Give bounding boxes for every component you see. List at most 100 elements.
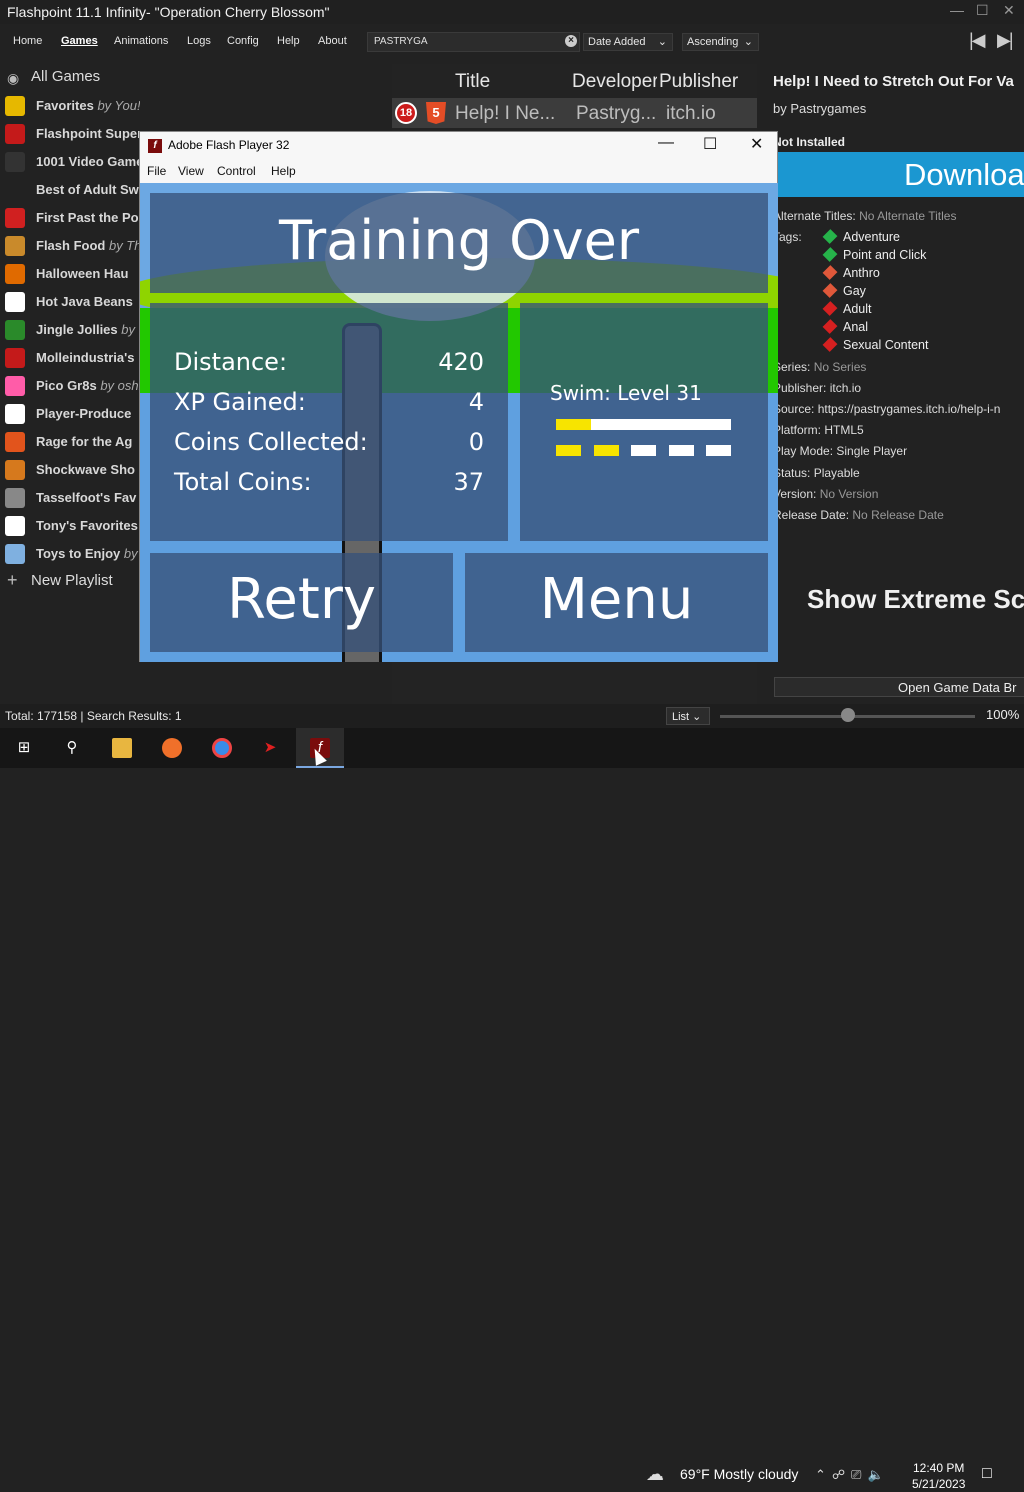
sort-field-select[interactable]: Date Added ⌄ [583, 33, 673, 51]
playlist-name: Halloween Hau [36, 266, 128, 281]
sidebar-playlist-item[interactable]: 1001 Video Games [0, 148, 140, 176]
sidebar-playlist-item[interactable]: Hot Java Beans [0, 288, 140, 316]
source-value[interactable]: https://pastrygames.itch.io/help-i-n [818, 402, 1001, 416]
flashpoint-taskbar-button[interactable]: ➤ [246, 728, 294, 768]
flash-menu-help[interactable]: Help [271, 164, 296, 178]
search-taskbar-button[interactable]: ⚲ [48, 728, 96, 768]
series-row: Series: No Series [773, 360, 866, 374]
firefox-button[interactable] [148, 728, 196, 768]
star-icon [5, 96, 25, 116]
tag-item[interactable]: Adult [822, 301, 872, 318]
version-value: No Version [819, 487, 879, 501]
sidebar-playlist-item[interactable]: Flash Food by Th [0, 232, 140, 260]
menu-button[interactable]: Menu [465, 553, 768, 652]
clock-time: 12:40 PM [913, 1461, 965, 1475]
retry-button[interactable]: Retry [150, 553, 453, 652]
release-date-value: No Release Date [852, 508, 944, 522]
skip-back-icon[interactable]: |◀ [969, 30, 985, 51]
open-game-data-button[interactable]: Open Game Data Br [774, 677, 1024, 697]
age-rating-badge: 18 [395, 102, 417, 124]
sidebar-playlist-item[interactable]: Jingle Jollies by [0, 316, 140, 344]
sidebar-playlist-item[interactable]: Halloween Hau [0, 260, 140, 288]
chrome-button[interactable] [198, 728, 246, 768]
sidebar-playlist-item[interactable]: First Past the Po [0, 204, 140, 232]
blocks-icon [5, 544, 25, 564]
tag-icon [822, 301, 838, 316]
nav-about[interactable]: About [318, 35, 347, 47]
column-publisher[interactable]: Publisher [659, 71, 749, 93]
skip-forward-icon[interactable]: ▶| [997, 30, 1013, 51]
sort-order-select[interactable]: Ascending ⌄ [682, 33, 759, 51]
tag-label: Anal [843, 320, 869, 334]
view-mode-select[interactable]: List ⌄ [666, 707, 710, 725]
sidebar-playlist-item[interactable]: Favorites by You! [0, 92, 140, 120]
notifications-icon[interactable]: □ [982, 1465, 992, 1483]
skill-label: Swim: Level 31 [550, 381, 702, 405]
sidebar-playlist-item[interactable]: Pico Gr8s by oshi [0, 372, 140, 400]
column-developer[interactable]: Developer [572, 71, 657, 93]
nav-help[interactable]: Help [277, 35, 300, 47]
playlist-title: Halloween Hau [36, 266, 129, 281]
new-playlist-button[interactable]: + New Playlist [0, 570, 140, 592]
file-explorer-button[interactable] [98, 728, 146, 768]
minimize-icon[interactable]: — [950, 2, 964, 18]
avatar-icon [5, 488, 25, 508]
weather-text[interactable]: 69°F Mostly cloudy [648, 1466, 798, 1482]
column-title[interactable]: Title [455, 71, 555, 93]
sidebar-playlist-item[interactable]: Toys to Enjoy by [0, 540, 140, 568]
stat-row: Distance: 420 [174, 348, 484, 378]
tag-item[interactable]: Gay [822, 283, 866, 300]
show-extreme-toggle[interactable]: Show Extreme Sc [807, 584, 1024, 615]
sidebar-playlist-item[interactable]: Best of Adult Sw [0, 176, 140, 204]
alternate-titles-value: No Alternate Titles [859, 209, 957, 223]
stat-value: 420 [438, 348, 484, 376]
search-value: PASTRYGA [374, 36, 428, 47]
tag-item[interactable]: Point and Click [822, 247, 926, 264]
sidebar-playlist-item[interactable]: Shockwave Sho [0, 456, 140, 484]
sidebar-playlist-item[interactable]: Tasselfoot's Fav [0, 484, 140, 512]
minimize-icon[interactable]: — [658, 134, 674, 152]
nav-home[interactable]: Home [13, 35, 42, 47]
sidebar-playlist-item[interactable]: Tony's Favorites [0, 512, 140, 540]
sidebar-playlist-item[interactable]: Flashpoint Super Hall of Fame by BlueMax… [0, 120, 140, 148]
maximize-icon[interactable]: ☐ [976, 2, 989, 19]
nav-logs[interactable]: Logs [187, 35, 211, 47]
tag-item[interactable]: Anthro [822, 265, 880, 282]
sidebar-playlist-item[interactable]: Molleindustria's [0, 344, 140, 372]
tag-item[interactable]: Sexual Content [822, 337, 928, 354]
publisher-row: Publisher: itch.io [773, 381, 861, 395]
flashpoint-icon [5, 124, 25, 144]
download-button[interactable]: Download [777, 152, 1024, 197]
alternate-titles-label: Alternate Titles: [773, 209, 856, 223]
tag-item[interactable]: Adventure [822, 229, 900, 246]
playlist-title: Rage for the Ag [36, 434, 133, 449]
table-row[interactable]: 18 5 Help! I Ne... Pastryg... itch.io [392, 98, 757, 128]
clock[interactable]: 12:40 PM 5/21/2023 [912, 1460, 965, 1492]
flash-menu-control[interactable]: Control [217, 164, 256, 178]
chrome-icon [212, 738, 232, 758]
nav-config[interactable]: Config [227, 35, 259, 47]
plus-icon: + [7, 570, 18, 590]
start-button[interactable]: ⊞ [0, 728, 48, 768]
game-developer: by Pastrygames [773, 101, 867, 116]
sidebar-playlist-item[interactable]: Rage for the Ag [0, 428, 140, 456]
zoom-slider-handle[interactable] [840, 708, 855, 722]
nav-animations[interactable]: Animations [114, 35, 168, 47]
playlist-name: Shockwave Sho [36, 462, 135, 477]
search-input[interactable]: PASTRYGA × [367, 32, 580, 52]
maximize-icon[interactable]: ☐ [703, 134, 717, 154]
invader-icon [5, 152, 25, 172]
close-icon[interactable]: ✕ [750, 134, 763, 154]
clear-search-icon[interactable]: × [565, 35, 577, 47]
sidebar-playlist-item[interactable]: Player-Produce [0, 400, 140, 428]
publisher-value: itch.io [829, 381, 862, 395]
flash-menu-file[interactable]: File [147, 164, 166, 178]
tag-item[interactable]: Anal [822, 319, 869, 336]
tree-icon [5, 320, 25, 340]
nav-games[interactable]: Games [61, 35, 98, 47]
flashpoint-icon: ➤ [263, 739, 277, 756]
flash-menu-view[interactable]: View [178, 164, 204, 178]
close-icon[interactable]: ✕ [1003, 2, 1015, 19]
game-stage[interactable]: Training Over Distance: 420 XP Gained: 4 C… [140, 183, 778, 662]
system-tray-icons[interactable]: ⌃☍⎚🔈 [815, 1467, 890, 1483]
